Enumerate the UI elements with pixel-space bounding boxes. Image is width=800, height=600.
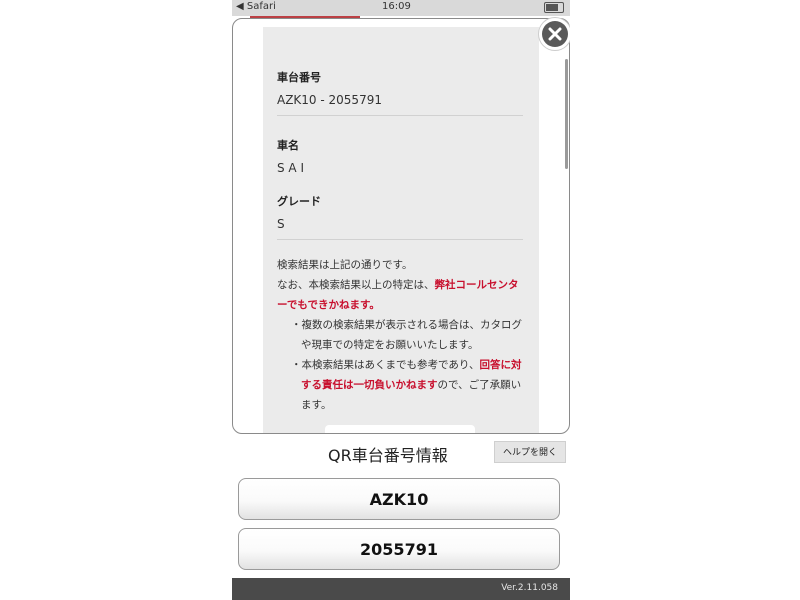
close-icon bbox=[548, 27, 562, 41]
status-time: 16:09 bbox=[382, 1, 411, 12]
notice-line: 検索結果は上記の通りです。 bbox=[277, 259, 413, 271]
phone-screen: ◀ Safari 16:09 車台番号 AZK10 - 2055791 車名 S… bbox=[232, 0, 570, 600]
divider bbox=[277, 239, 523, 240]
field-car-name: 車名 S A I bbox=[277, 137, 527, 175]
field-label: 車名 bbox=[277, 139, 299, 152]
qr-section-title: QR車台番号情報 bbox=[328, 446, 448, 465]
footer-bar: Ver.2.11.058 bbox=[232, 578, 570, 600]
notice-bullet: ・複数の検索結果が表示される場合は、カタログや現車での特定をお願いいたします。 bbox=[291, 319, 522, 351]
field-label: グレード bbox=[277, 195, 321, 208]
close-modal-button[interactable] bbox=[539, 18, 570, 50]
divider bbox=[277, 115, 523, 116]
notice-text-plain: ・本検索結果はあくまでも参考であり、 bbox=[291, 359, 480, 371]
version-label: Ver.2.11.058 bbox=[501, 583, 558, 593]
notice-text: 検索結果は上記の通りです。 なお、本検索結果以上の特定は、弊社コールセンターでも… bbox=[277, 255, 527, 415]
field-chassis-number: 車台番号 AZK10 - 2055791 bbox=[277, 69, 527, 107]
field-value: S A I bbox=[277, 161, 304, 175]
status-bar: ◀ Safari 16:09 bbox=[232, 0, 570, 16]
modal-content-panel: 車台番号 AZK10 - 2055791 車名 S A I グレード S 検索結… bbox=[263, 27, 539, 433]
notice-bullet: ・本検索結果はあくまでも参考であり、回答に対する責任は一切負いかねますので、ご了… bbox=[277, 355, 527, 415]
field-grade: グレード S bbox=[277, 193, 527, 231]
model-code-button[interactable]: AZK10 bbox=[238, 478, 560, 520]
serial-number-button[interactable]: 2055791 bbox=[238, 528, 560, 570]
notice-line: なお、本検索結果以上の特定は、弊社コールセンターでもできかねます。 bbox=[277, 275, 527, 315]
battery-icon bbox=[544, 2, 564, 13]
field-value: S bbox=[277, 217, 285, 231]
modal-action-button[interactable] bbox=[325, 425, 475, 433]
field-label: 車台番号 bbox=[277, 71, 321, 84]
notice-text-plain: なお、本検索結果以上の特定は、 bbox=[277, 279, 435, 291]
modal-scrollbar[interactable] bbox=[565, 59, 568, 169]
field-value: AZK10 - 2055791 bbox=[277, 93, 382, 107]
status-carrier[interactable]: ◀ Safari bbox=[236, 1, 276, 12]
open-help-button[interactable]: ヘルプを開く bbox=[494, 441, 566, 463]
vehicle-info-modal: 車台番号 AZK10 - 2055791 車名 S A I グレード S 検索結… bbox=[232, 18, 570, 434]
